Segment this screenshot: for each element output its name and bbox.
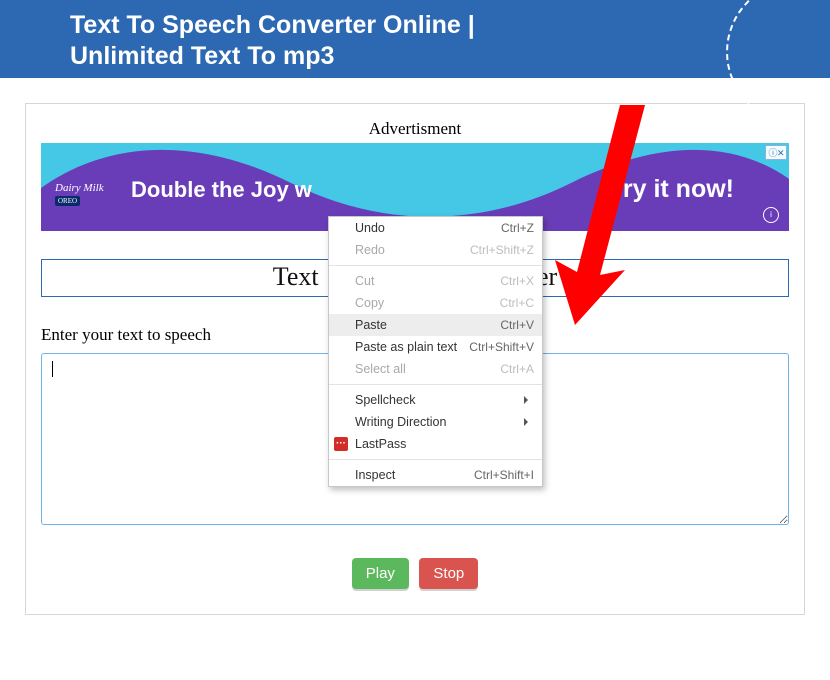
context-menu-item-label: Spellcheck <box>355 393 415 407</box>
ad-brand-top: Dairy Milk <box>55 182 104 194</box>
context-menu-item-label: Paste as plain text <box>355 340 457 354</box>
lastpass-icon: ··· <box>334 437 348 451</box>
context-menu-item-label: LastPass <box>355 437 406 451</box>
context-menu-item-label: Cut <box>355 274 374 288</box>
context-menu-item-label: Select all <box>355 362 406 376</box>
page-header: Text To Speech Converter Online | Unlimi… <box>0 0 830 78</box>
context-menu-item-label: Inspect <box>355 468 395 482</box>
page-title-line1: Text To Speech Converter Online | <box>70 11 475 39</box>
context-menu-item-inspect[interactable]: Inspect Ctrl+Shift+I <box>329 464 542 486</box>
context-menu-item-writing-direction[interactable]: Writing Direction <box>329 411 542 433</box>
context-menu[interactable]: UndoCtrl+ZRedoCtrl+Shift+ZCutCtrl+XCopyC… <box>328 216 543 487</box>
context-menu-item-lastpass[interactable]: ··· LastPass <box>329 433 542 455</box>
context-menu-separator <box>329 384 542 385</box>
page-title: Text To Speech Converter Online | Unlimi… <box>70 10 830 73</box>
context-menu-separator <box>329 265 542 266</box>
context-menu-item-label: Copy <box>355 296 384 310</box>
ad-text-right: Try it now! <box>609 175 734 204</box>
context-menu-item-shortcut: Ctrl+Shift+I <box>474 468 534 482</box>
context-menu-item-label: Paste <box>355 318 387 332</box>
context-menu-item-spellcheck[interactable]: Spellcheck <box>329 389 542 411</box>
context-menu-item-copy: Copy Ctrl+C <box>329 292 542 314</box>
context-menu-item-shortcut: Ctrl+Z <box>501 221 534 235</box>
ad-label: Advertisment <box>41 119 789 139</box>
stop-button[interactable]: Stop <box>419 558 478 589</box>
context-menu-item-label: Redo <box>355 243 385 257</box>
ad-text-left: Double the Joy w <box>131 177 312 203</box>
button-row: Play Stop <box>41 558 789 589</box>
context-menu-separator <box>329 459 542 460</box>
context-menu-item-cut: Cut Ctrl+X <box>329 270 542 292</box>
context-menu-item-redo: Redo Ctrl+Shift+Z <box>329 239 542 261</box>
play-button[interactable]: Play <box>352 558 409 589</box>
context-menu-item-shortcut: Ctrl+C <box>500 296 534 310</box>
context-menu-item-shortcut: Ctrl+Shift+Z <box>470 243 534 257</box>
ad-close-icon[interactable]: ⓘ✕ <box>765 145 787 160</box>
text-caret <box>52 361 53 377</box>
context-menu-item-paste-as-plain-text[interactable]: Paste as plain text Ctrl+Shift+V <box>329 336 542 358</box>
ad-choices-icon[interactable]: i <box>763 207 779 223</box>
context-menu-item-shortcut: Ctrl+X <box>500 274 534 288</box>
ad-brand-sub: OREO <box>55 196 80 206</box>
ad-brand: Dairy Milk OREO <box>55 183 104 206</box>
context-menu-item-shortcut: Ctrl+A <box>500 362 534 376</box>
context-menu-item-label: Writing Direction <box>355 415 446 429</box>
context-menu-item-undo[interactable]: Undo Ctrl+Z <box>329 217 542 239</box>
context-menu-item-select-all: Select all Ctrl+A <box>329 358 542 380</box>
context-menu-item-shortcut: Ctrl+Shift+V <box>469 340 534 354</box>
converter-title-left: Text <box>273 262 319 291</box>
context-menu-item-label: Undo <box>355 221 385 235</box>
context-menu-item-shortcut: Ctrl+V <box>500 318 534 332</box>
context-menu-item-paste[interactable]: Paste Ctrl+V <box>329 314 542 336</box>
page-title-line2: Unlimited Text To mp3 <box>70 42 334 70</box>
